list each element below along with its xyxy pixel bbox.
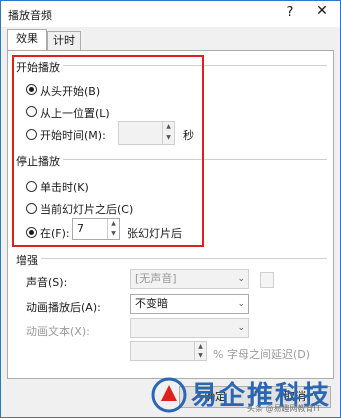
divider (39, 258, 327, 259)
close-button[interactable]: ✕ (311, 3, 333, 23)
watermark-sub: 头条 @易趣网教育IT (247, 404, 321, 413)
help-button[interactable]: ? (282, 5, 298, 23)
chevron-down-icon: ⌄ (237, 299, 245, 309)
speaker-icon[interactable] (260, 272, 274, 288)
after-animation-label: 动画播放后(A): (26, 301, 101, 314)
highlight-box (12, 55, 204, 247)
spin-up-icon[interactable]: ▲ (195, 342, 206, 351)
animation-text-label: 动画文本(X): (26, 325, 90, 338)
after-animation-select[interactable]: 不变暗 ⌄ (130, 294, 249, 314)
after-animation-value: 不变暗 (135, 297, 168, 310)
title-bar: 播放音频 ? ✕ (1, 1, 340, 27)
watermark: 易企推科技 头条 @易趣网教育IT (145, 371, 341, 418)
chevron-down-icon: ⌄ (237, 274, 245, 284)
dialog-title: 播放音频 (8, 9, 52, 22)
animation-text-select[interactable]: ⌄ (130, 318, 249, 338)
sound-select-value: [无声音] (135, 272, 177, 285)
sound-label: 声音(S): (26, 276, 68, 289)
tab-timing[interactable]: 计时 (47, 31, 81, 51)
enhance-heading: 增强 (16, 252, 41, 268)
letter-delay-spinner[interactable]: ▲ ▼ (194, 342, 206, 360)
watermark-logo-icon (151, 377, 187, 413)
chevron-down-icon: ⌄ (237, 323, 245, 333)
play-audio-dialog: 播放音频 ? ✕ 效果 计时 开始播放 从头开始(B) 从上一位置(L) 开始时… (0, 0, 341, 418)
spin-down-icon[interactable]: ▼ (195, 351, 206, 360)
sound-select[interactable]: [无声音] ⌄ (130, 269, 249, 289)
letter-delay-suffix: % 字母之间延迟(D) (213, 348, 311, 361)
tab-effect[interactable]: 效果 (7, 29, 47, 51)
